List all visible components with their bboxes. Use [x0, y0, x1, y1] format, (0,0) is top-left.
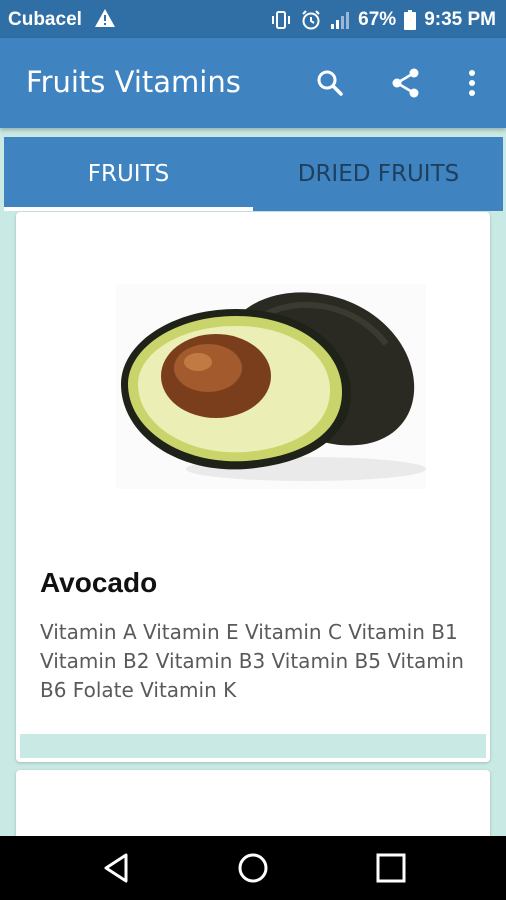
fruit-vitamins: Vitamin A Vitamin E Vitamin C Vitamin B1…	[40, 620, 464, 702]
fruit-card[interactable]	[16, 770, 490, 840]
more-vert-icon[interactable]	[454, 65, 490, 101]
carrier-name: Cubacel	[8, 9, 82, 30]
search-icon[interactable]	[312, 65, 348, 101]
signal-icon	[330, 10, 350, 30]
avocado-image	[116, 284, 426, 489]
battery-percent: 67%	[358, 9, 397, 30]
card-footer	[20, 734, 486, 758]
vibrate-icon	[270, 9, 292, 31]
tab-dried-fruits[interactable]: DRIED FRUITS	[254, 137, 503, 211]
share-icon[interactable]	[388, 65, 424, 101]
alarm-icon	[300, 9, 322, 31]
status-bar: Cubacel 67% 9:35 PM	[0, 0, 506, 38]
clock-time: 9:35 PM	[424, 9, 496, 30]
tab-indicator	[4, 207, 253, 211]
tab-bar: FRUITS DRIED FRUITS	[4, 137, 503, 211]
recents-icon[interactable]	[373, 850, 409, 886]
navigation-bar	[0, 836, 506, 900]
battery-icon	[404, 10, 417, 30]
home-icon[interactable]	[235, 850, 271, 886]
app-title: Fruits Vitamins	[26, 65, 241, 99]
fruit-name: Avocado	[40, 567, 158, 598]
back-icon[interactable]	[98, 850, 134, 886]
fruit-card[interactable]: Avocado Vitamin A Vitamin E Vitamin C Vi…	[16, 212, 490, 762]
tab-fruits[interactable]: FRUITS	[4, 137, 253, 211]
app-bar: Fruits Vitamins	[0, 38, 506, 128]
warning-icon	[94, 8, 116, 28]
